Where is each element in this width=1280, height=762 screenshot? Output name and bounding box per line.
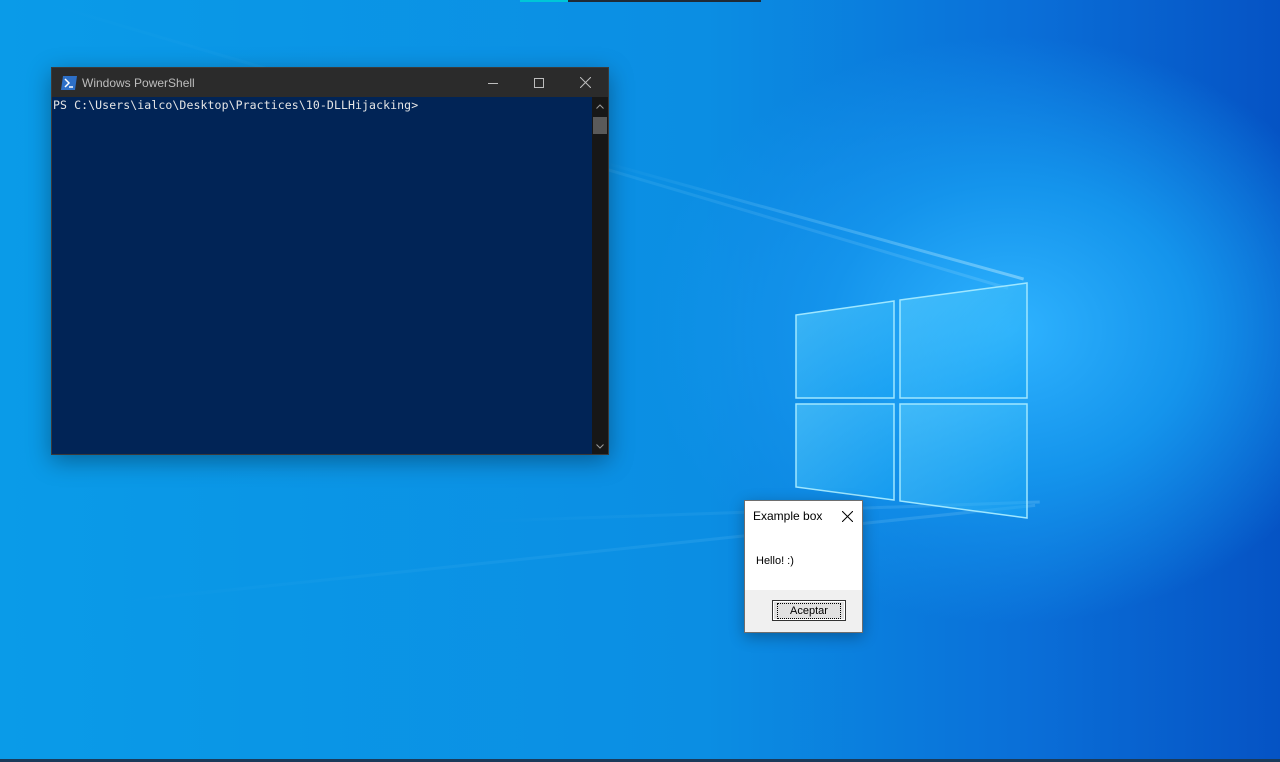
top-strip-accent bbox=[520, 0, 568, 2]
powershell-title: Windows PowerShell bbox=[82, 75, 195, 90]
message-box-close-button[interactable] bbox=[832, 501, 862, 531]
powershell-icon bbox=[61, 75, 77, 90]
close-icon bbox=[579, 77, 591, 88]
message-box-dialog[interactable]: Example box Hello! :) Aceptar bbox=[744, 500, 863, 633]
message-box-titlebar[interactable]: Example box bbox=[745, 501, 862, 531]
chevron-up-icon bbox=[596, 103, 604, 109]
scrollbar-thumb[interactable] bbox=[593, 117, 607, 134]
chevron-down-icon bbox=[596, 443, 604, 449]
minimize-button[interactable] bbox=[470, 68, 516, 97]
windows-logo-icon bbox=[795, 282, 1028, 519]
powershell-window[interactable]: Windows PowerShell PS C:\Users\ialco\Des… bbox=[51, 67, 609, 455]
maximize-icon bbox=[534, 77, 544, 88]
wallpaper-beam bbox=[599, 160, 1024, 281]
maximize-button[interactable] bbox=[516, 68, 562, 97]
aceptar-button-label: Aceptar bbox=[777, 602, 841, 619]
scroll-down-button[interactable] bbox=[592, 438, 608, 454]
close-icon bbox=[841, 510, 853, 522]
aceptar-button[interactable]: Aceptar bbox=[772, 600, 846, 621]
message-box-text: Hello! :) bbox=[756, 555, 794, 567]
powershell-titlebar[interactable]: Windows PowerShell bbox=[52, 68, 608, 97]
minimize-icon bbox=[488, 82, 498, 84]
message-box-title: Example box bbox=[753, 509, 823, 523]
scroll-up-button[interactable] bbox=[592, 98, 608, 114]
console-scrollbar[interactable] bbox=[592, 97, 608, 454]
top-strip-dark bbox=[568, 0, 761, 2]
console-prompt-line: PS C:\Users\ialco\Desktop\Practices\10-D… bbox=[53, 98, 419, 112]
close-button[interactable] bbox=[562, 68, 608, 97]
powershell-console[interactable]: PS C:\Users\ialco\Desktop\Practices\10-D… bbox=[52, 97, 592, 454]
message-box-footer: Aceptar bbox=[745, 590, 862, 632]
